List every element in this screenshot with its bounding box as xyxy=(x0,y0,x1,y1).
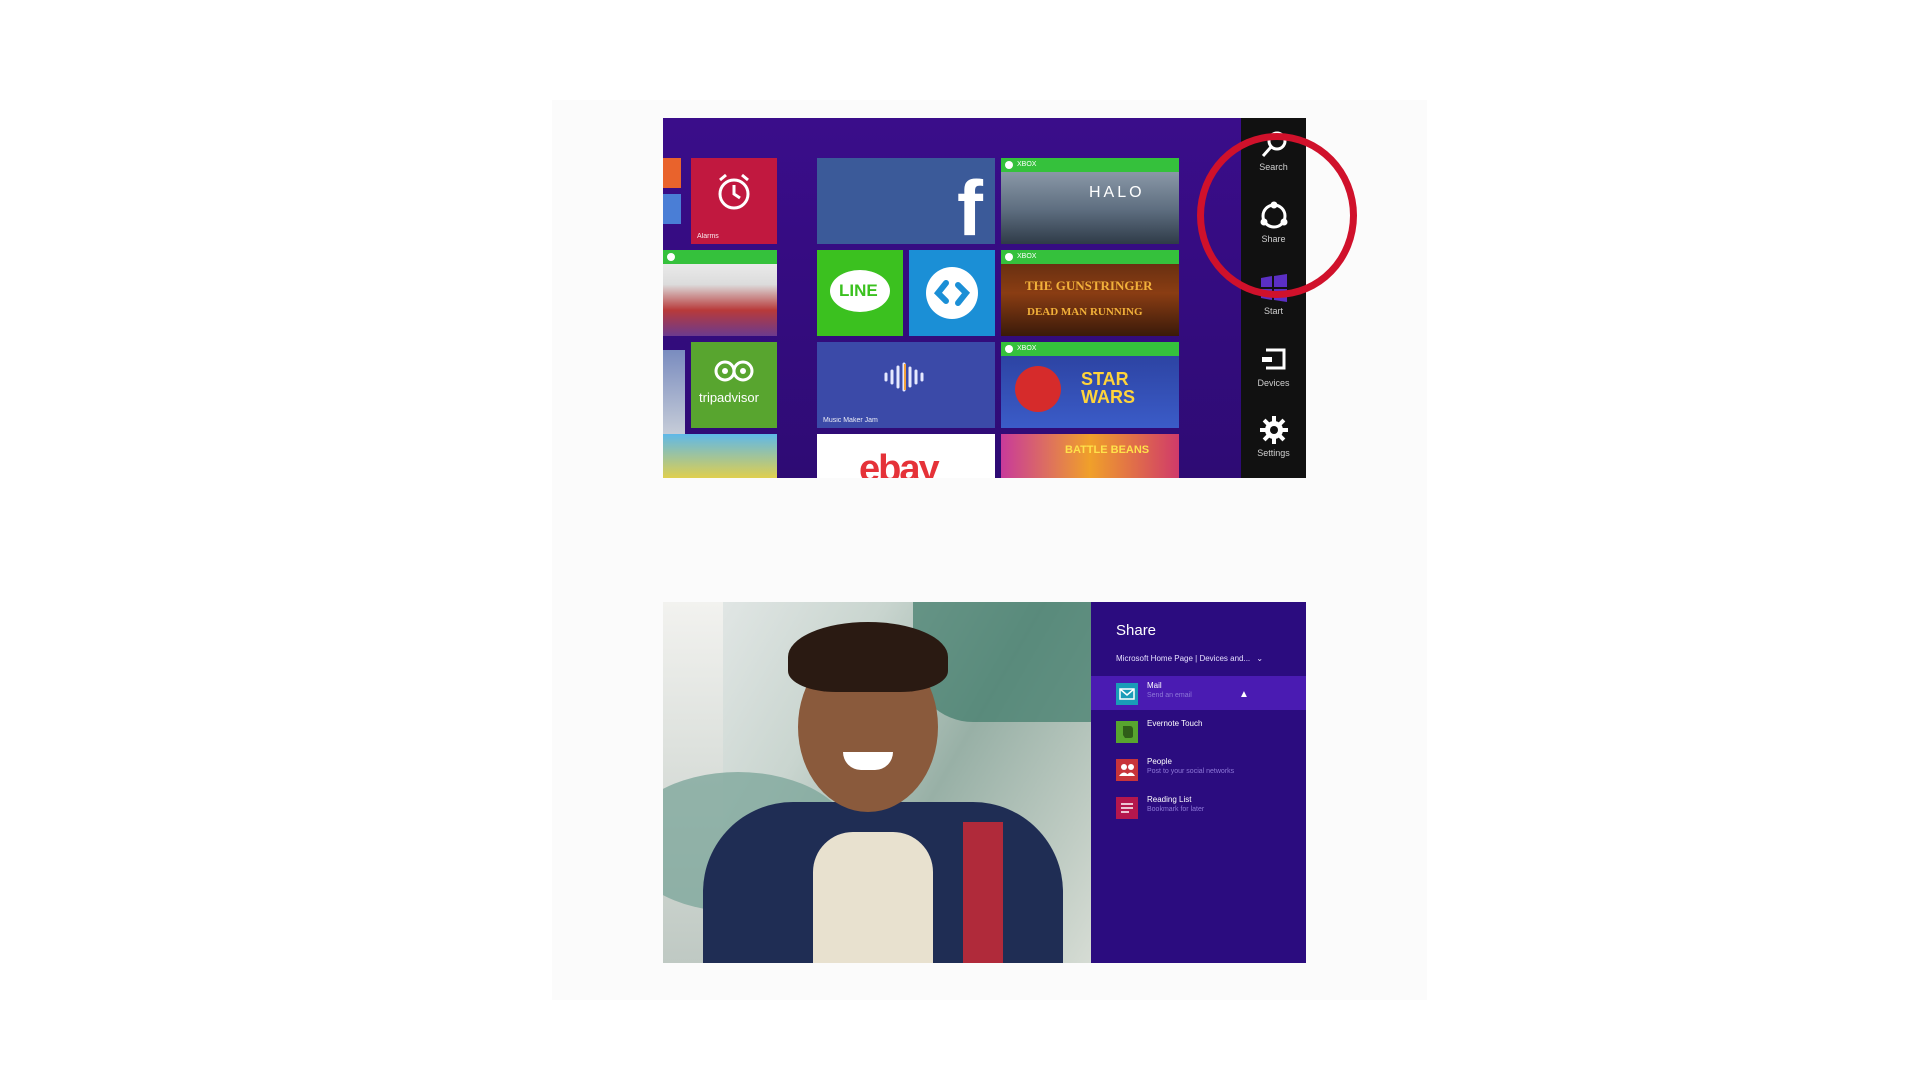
tile-gunstringer[interactable]: XBOX THE GUNSTRINGER DEAD MAN RUNNING xyxy=(1001,250,1179,336)
xbox-band: XBOX xyxy=(1001,158,1179,172)
share-pane-screenshot: Share Microsoft Home Page | Devices and.… xyxy=(663,602,1306,963)
highlight-circle xyxy=(1197,133,1357,298)
share-source-label: Microsoft Home Page | Devices and... xyxy=(1116,654,1251,663)
share-source-dropdown[interactable]: Microsoft Home Page | Devices and... ⌄ xyxy=(1116,654,1263,663)
tile-despicable-me[interactable] xyxy=(663,434,777,478)
share-target-name: People xyxy=(1147,757,1172,766)
chevron-down-icon: ⌄ xyxy=(1256,654,1264,663)
tile-battle-beans-title: BATTLE BEANS xyxy=(1065,444,1150,456)
angry-bird-image xyxy=(1015,366,1061,412)
share-target-reading-list[interactable]: Reading List Bookmark for later xyxy=(1091,790,1306,824)
share-pane: Share Microsoft Home Page | Devices and.… xyxy=(1091,602,1306,963)
share-target-description: Send an email xyxy=(1147,692,1192,699)
tile-gunstringer-subtitle: DEAD MAN RUNNING xyxy=(1027,306,1143,318)
tile-line[interactable]: LINE xyxy=(817,250,903,336)
evernote-icon xyxy=(1116,721,1138,743)
share-target-mail[interactable]: Mail Send an email ▲ xyxy=(1091,676,1306,710)
owl-eyes-icon xyxy=(714,360,754,382)
share-target-name: Mail xyxy=(1147,681,1162,690)
tile-alarms-label: Alarms xyxy=(697,233,719,240)
charm-devices[interactable]: Devices xyxy=(1241,344,1306,388)
tile-battle-beans[interactable]: BATTLE BEANS xyxy=(1001,434,1179,478)
tile-halo[interactable]: XBOX HALO xyxy=(1001,158,1179,244)
ebay-logo: ebay xyxy=(859,448,940,478)
share-target-evernote[interactable]: Evernote Touch xyxy=(1091,714,1306,748)
xbox-band: XBOX xyxy=(1001,342,1179,356)
charm-settings-label: Settings xyxy=(1257,448,1290,458)
share-target-name: Reading List xyxy=(1147,795,1192,804)
tile-game-characters[interactable] xyxy=(663,250,777,336)
mouse-cursor-icon: ▲ xyxy=(1239,689,1249,700)
waveform-icon xyxy=(884,362,924,392)
share-target-description: Bookmark for later xyxy=(1147,806,1205,813)
tile-shazam[interactable] xyxy=(909,250,995,336)
share-target-people[interactable]: People Post to your social networks xyxy=(1091,752,1306,786)
share-target-name: Evernote Touch xyxy=(1147,719,1203,728)
tile-music-maker-jam[interactable]: Music Maker Jam xyxy=(817,342,995,428)
tile-ebay[interactable]: ebay xyxy=(817,434,995,478)
charm-settings[interactable]: Settings xyxy=(1241,414,1306,458)
tile-partial-game[interactable] xyxy=(663,350,685,438)
tile-partial-blue[interactable] xyxy=(663,194,681,224)
alarm-clock-icon xyxy=(718,173,750,210)
tile-gunstringer-title: THE GUNSTRINGER xyxy=(1025,278,1153,293)
xbox-band xyxy=(663,250,777,264)
share-target-description: Post to your social networks xyxy=(1147,768,1235,775)
tile-halo-title: HALO xyxy=(1089,184,1145,201)
tile-alarms[interactable]: Alarms xyxy=(691,158,777,244)
facebook-icon: f xyxy=(957,164,983,244)
tile-tripadvisor-label: tripadvisor xyxy=(699,390,759,405)
tile-angry-birds-star-wars[interactable]: XBOX STAR WARS xyxy=(1001,342,1179,428)
charm-start-label: Start xyxy=(1263,306,1283,316)
mail-icon xyxy=(1116,683,1138,705)
tile-partial-orange[interactable] xyxy=(663,158,681,188)
gear-icon xyxy=(1259,416,1288,444)
xbox-band: XBOX xyxy=(1001,250,1179,264)
tile-facebook[interactable]: f xyxy=(817,158,995,244)
tile-line-label: LINE xyxy=(839,281,878,300)
child-photo xyxy=(663,602,1091,963)
charm-devices-label: Devices xyxy=(1257,378,1290,388)
tile-star-wars-title: STAR WARS xyxy=(1081,369,1135,407)
devices-icon xyxy=(1261,348,1285,370)
share-pane-title: Share xyxy=(1116,622,1157,639)
tile-tripadvisor[interactable]: tripadvisor xyxy=(691,342,777,428)
tile-music-maker-jam-label: Music Maker Jam xyxy=(823,417,878,424)
shazam-icon xyxy=(926,267,978,319)
people-icon xyxy=(1116,759,1138,781)
reading-list-icon xyxy=(1116,797,1138,819)
